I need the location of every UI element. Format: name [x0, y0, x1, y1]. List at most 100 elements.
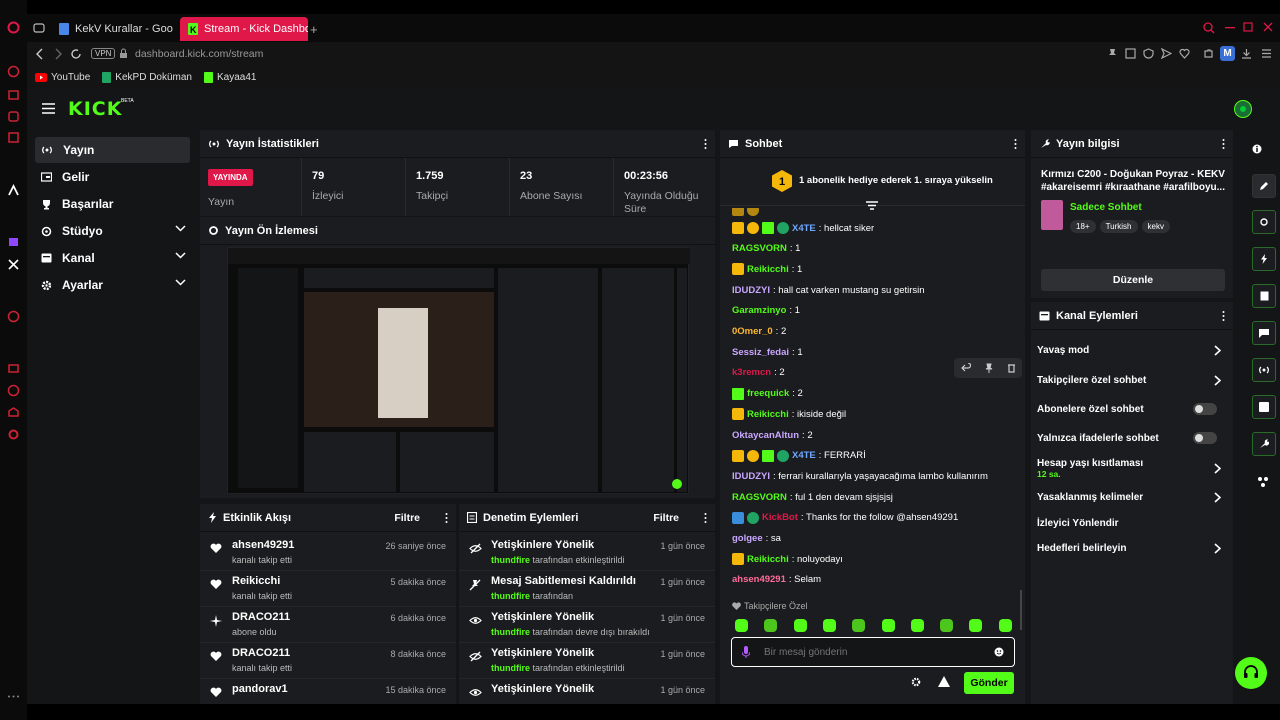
send-icon[interactable]: [1161, 48, 1172, 59]
nav-item-yayin[interactable]: Yayın: [35, 137, 190, 163]
opera-logo-icon[interactable]: [7, 21, 20, 34]
action-banned-words[interactable]: Yasaklanmış kelimeler: [1037, 485, 1227, 509]
chat-username[interactable]: IDUDZYI: [732, 285, 770, 296]
activity-user[interactable]: pandorav1: [232, 683, 288, 695]
shield-icon[interactable]: [1143, 48, 1154, 59]
action-goals[interactable]: Hedefleri belirleyin: [1037, 536, 1227, 560]
category-link[interactable]: Sadece Sohbet: [1070, 202, 1142, 213]
emote-button[interactable]: [822, 619, 836, 632]
activity-user[interactable]: Reikicchi: [232, 575, 280, 587]
reload-icon[interactable]: [70, 48, 82, 60]
profile-avatar[interactable]: M: [1220, 46, 1235, 61]
tab-manager-icon[interactable]: [33, 22, 45, 34]
rail-button-chat[interactable]: [1252, 321, 1276, 345]
chat-username[interactable]: OktaycanAltun: [732, 430, 799, 441]
more-options-icon[interactable]: [1014, 139, 1017, 149]
edit-layout-button[interactable]: [1252, 174, 1276, 198]
bookmark-kayaa41[interactable]: Kayaa41: [204, 71, 256, 83]
action-slow-mode[interactable]: Yavaş mod: [1037, 338, 1227, 362]
bookmark-kekpd[interactable]: KekPD Doküman: [102, 71, 192, 83]
tab-google-docs[interactable]: KekV Kurallar - Google Do: [51, 17, 173, 41]
box-icon[interactable]: [7, 406, 20, 419]
tag-chip[interactable]: Turkish: [1099, 220, 1138, 233]
wallet-icon[interactable]: [7, 88, 20, 101]
chat-username[interactable]: freequick: [747, 388, 789, 399]
gift-leaderboard-banner[interactable]: 1 1 abonelik hediye ederek 1. sıraya yük…: [720, 158, 1025, 206]
chat-username[interactable]: Reikicchi: [747, 409, 789, 420]
back-icon[interactable]: [35, 48, 45, 60]
chat-username[interactable]: RAGSVORN: [732, 243, 787, 254]
chat-username[interactable]: Reikicchi: [747, 554, 789, 565]
microphone-icon[interactable]: [742, 646, 750, 658]
rewards-icon[interactable]: [936, 675, 952, 689]
emoji-icon[interactable]: [994, 647, 1004, 657]
pin-icon[interactable]: [1107, 48, 1118, 59]
kick-logo[interactable]: KICK: [68, 98, 122, 120]
nav-item-studyo[interactable]: Stüdyo: [35, 218, 190, 244]
rail-button-moderation[interactable]: [1252, 284, 1276, 308]
more-options-icon[interactable]: [704, 513, 707, 523]
video-player[interactable]: [227, 247, 690, 494]
user-avatar[interactable]: [1234, 100, 1252, 118]
clock-icon[interactable]: [7, 384, 20, 397]
hamburger-menu-icon[interactable]: [42, 103, 55, 114]
emote-button[interactable]: [881, 619, 895, 632]
chat-username[interactable]: X4TE: [792, 450, 816, 461]
rail-button-stats[interactable]: [1252, 358, 1276, 382]
emote-button[interactable]: [793, 619, 807, 632]
heart-icon[interactable]: [1179, 48, 1190, 59]
chat-settings-icon[interactable]: [911, 677, 921, 687]
nav-item-ayarlar[interactable]: Ayarlar: [35, 272, 190, 298]
emote-button[interactable]: [998, 619, 1012, 632]
emote-button[interactable]: [969, 619, 983, 632]
moderator-name[interactable]: thundfire: [491, 627, 530, 637]
moderator-name[interactable]: thundfire: [491, 555, 530, 565]
aria-icon[interactable]: [7, 184, 20, 197]
close-window-button[interactable]: [1263, 22, 1273, 32]
reply-icon[interactable]: [960, 363, 971, 373]
bookmark-youtube[interactable]: YouTube: [35, 72, 90, 83]
nav-item-basarilar[interactable]: Başarılar: [35, 191, 190, 217]
more-options-icon[interactable]: [704, 139, 707, 149]
more-options-icon[interactable]: [1222, 311, 1225, 321]
chat-username[interactable]: Garamzinyo: [732, 305, 786, 316]
emote-button[interactable]: [940, 619, 954, 632]
messenger-icon[interactable]: [7, 110, 20, 123]
send-button[interactable]: Gönder: [964, 672, 1014, 694]
action-followers-only[interactable]: Takipçilere özel sohbet: [1037, 368, 1227, 392]
rail-button-activity[interactable]: [1252, 247, 1276, 271]
forward-icon[interactable]: [53, 48, 63, 60]
chat-username[interactable]: Reikicchi: [747, 264, 789, 275]
chat-username[interactable]: 0Omer_0: [732, 326, 773, 337]
subscribers-only-toggle[interactable]: [1193, 403, 1217, 415]
moderation-filter-button[interactable]: Filtre: [653, 512, 679, 524]
activity-user[interactable]: DRACO211: [232, 611, 290, 623]
emote-button[interactable]: [852, 619, 866, 632]
nav-item-kanal[interactable]: Kanal: [35, 245, 190, 271]
tab-kick-dashboard[interactable]: K Stream - Kick Dashboard: [180, 17, 308, 41]
history-icon[interactable]: [7, 65, 20, 78]
chat-username[interactable]: IDUDZYI: [732, 471, 770, 482]
chat-username[interactable]: k3remcn: [732, 367, 771, 378]
moderator-name[interactable]: thundfire: [491, 591, 530, 601]
moderator-name[interactable]: thundfire: [491, 663, 530, 673]
pin-icon[interactable]: [984, 363, 994, 373]
download-icon[interactable]: [1241, 48, 1252, 59]
emote-button[interactable]: [910, 619, 924, 632]
nav-item-gelir[interactable]: Gelir: [35, 164, 190, 190]
chat-username[interactable]: KickBot: [762, 512, 798, 523]
tag-chip[interactable]: 18+: [1070, 220, 1096, 233]
player-icon[interactable]: [7, 310, 20, 323]
tag-chip[interactable]: kekv: [1141, 220, 1170, 233]
menu-icon[interactable]: [1261, 48, 1272, 59]
edit-stream-button[interactable]: Düzenle: [1041, 269, 1225, 291]
settings-icon[interactable]: [7, 428, 20, 441]
more-options-icon[interactable]: [1222, 139, 1225, 149]
chat-message-input[interactable]: [764, 644, 984, 660]
chat-username[interactable]: RAGSVORN: [732, 492, 787, 503]
bookmarks-icon[interactable]: [7, 362, 20, 375]
add-widget-icon[interactable]: [1257, 476, 1269, 488]
minimize-button[interactable]: [1225, 27, 1235, 29]
action-account-age[interactable]: Hesap yaşı kısıtlaması 12 sa.: [1037, 452, 1227, 484]
chat-username[interactable]: ahsen49291: [732, 574, 786, 585]
